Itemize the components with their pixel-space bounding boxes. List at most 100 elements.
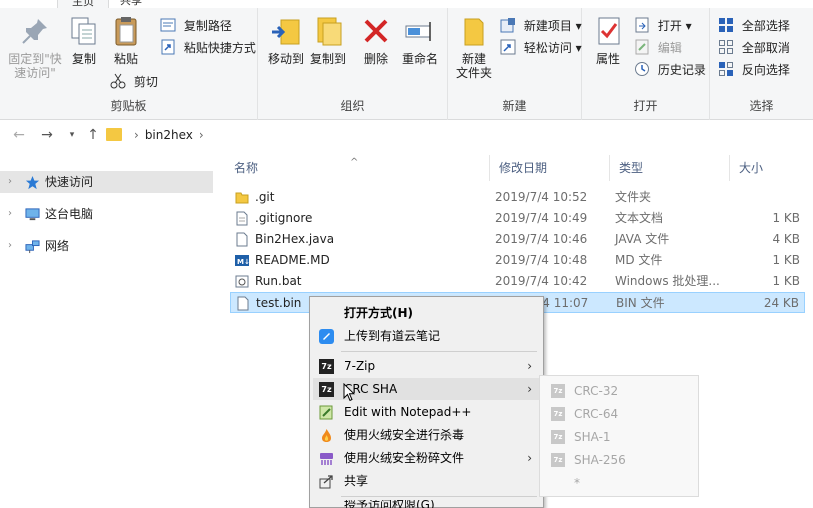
- column-header-size-label: 大小: [739, 161, 764, 175]
- column-header-date[interactable]: 修改日期: [490, 155, 610, 181]
- menu-separator: [341, 496, 537, 497]
- copy-label: 复制: [71, 52, 96, 66]
- menu-item-label: 共享: [344, 474, 369, 488]
- ribbon: 固定到"快 速访问" 复制 粘贴 复制路径 粘贴快捷方式 剪切 剪贴板 移动到 …: [0, 8, 813, 120]
- move-to-label: 移动到: [267, 52, 304, 66]
- scissors-icon: [110, 73, 126, 89]
- edit-icon: [635, 39, 649, 55]
- paste-shortcut-label: 粘贴快捷方式: [183, 41, 256, 55]
- table-row[interactable]: M↓ README.MD 2019/7/4 10:48 MD 文件 1 KB: [230, 250, 805, 271]
- pin-label-line1: 固定到"快: [8, 52, 62, 66]
- file-size: 1 KB: [772, 274, 800, 288]
- paste-button[interactable]: 粘贴: [106, 14, 146, 66]
- new-group: 新建 文件夹 新建项目 ▾ 轻松访问 ▾ 新建: [448, 8, 582, 120]
- cut-button[interactable]: 剪切: [110, 72, 158, 92]
- text-file-icon: [236, 211, 248, 226]
- nav-item-this-pc[interactable]: › 这台电脑: [0, 203, 213, 225]
- rename-button[interactable]: 重命名: [398, 14, 442, 66]
- submenu-item-sha1[interactable]: 7z SHA-1: [543, 426, 697, 448]
- shredder-icon: [320, 453, 333, 465]
- submenu-item-crc32[interactable]: 7z CRC-32: [543, 380, 697, 402]
- menu-item-7zip[interactable]: 7z 7-Zip ›: [313, 355, 540, 377]
- column-header-name[interactable]: ^ 名称: [225, 155, 490, 181]
- table-row[interactable]: Bin2Hex.java 2019/7/4 10:46 JAVA 文件 4 KB: [230, 229, 805, 250]
- back-button[interactable]: ←: [10, 126, 28, 144]
- new-item-button[interactable]: 新建项目 ▾: [500, 16, 582, 36]
- move-to-button[interactable]: 移动到: [266, 14, 306, 66]
- submenu-item-sha256[interactable]: 7z SHA-256: [543, 449, 697, 471]
- open-button[interactable]: 打开 ▾: [634, 16, 692, 36]
- copy-button[interactable]: 复制: [66, 14, 102, 66]
- menu-item-label: 授予访问权限(G): [344, 500, 435, 508]
- menu-item-open-with[interactable]: 打开方式(H): [313, 302, 540, 324]
- open-group-label: 打开: [633, 99, 658, 113]
- move-to-icon: [272, 19, 300, 45]
- column-header-type-label: 类型: [619, 161, 644, 175]
- open-dropdown-icon: ▾: [685, 19, 692, 33]
- column-header-date-label: 修改日期: [499, 161, 548, 175]
- nav-item-label: 这台电脑: [45, 207, 94, 221]
- file-size: 1 KB: [772, 211, 800, 225]
- paste-shortcut-button[interactable]: 粘贴快捷方式: [160, 38, 256, 58]
- submenu-item-crc64[interactable]: 7z CRC-64: [543, 403, 697, 425]
- delete-button[interactable]: 删除: [358, 14, 394, 66]
- nav-item-network[interactable]: › 网络: [0, 235, 213, 257]
- submenu-item-all[interactable]: *: [543, 472, 697, 494]
- select-group-label: 选择: [749, 99, 774, 113]
- history-button[interactable]: 历史记录: [634, 60, 706, 80]
- copy-to-button[interactable]: 复制到: [308, 14, 348, 66]
- table-row[interactable]: Run.bat 2019/7/4 10:42 Windows 批处理... 1 …: [230, 271, 805, 292]
- clipboard-group: 固定到"快 速访问" 复制 粘贴 复制路径 粘贴快捷方式 剪切 剪贴板: [0, 8, 258, 120]
- tab-share[interactable]: 共享: [120, 0, 142, 8]
- clipboard-group-label: 剪贴板: [110, 99, 147, 113]
- select-all-icon: [719, 18, 733, 32]
- edit-button[interactable]: 编辑: [634, 38, 682, 58]
- new-folder-icon: [464, 18, 484, 46]
- up-button[interactable]: ↑: [84, 126, 102, 144]
- pin-quick-access-button[interactable]: 固定到"快 速访问": [6, 14, 64, 80]
- recent-locations-button[interactable]: ▾: [63, 126, 81, 144]
- menu-item-youdao-upload[interactable]: 上传到有道云笔记: [313, 325, 540, 347]
- 7zip-icon: 7z: [551, 430, 565, 444]
- file-name: Bin2Hex.java: [255, 232, 335, 246]
- select-none-button[interactable]: 全部取消: [718, 38, 790, 58]
- expand-chevron-icon: ›: [8, 208, 12, 219]
- submenu-arrow-icon: ›: [527, 451, 532, 465]
- nav-item-quick-access[interactable]: › 快速访问: [0, 171, 213, 193]
- pin-icon: [22, 19, 47, 44]
- table-row[interactable]: .gitignore 2019/7/4 10:49 文本文档 1 KB: [230, 208, 805, 229]
- invert-selection-button[interactable]: 反向选择: [718, 60, 790, 80]
- submenu-arrow-icon: ›: [527, 382, 532, 396]
- menu-item-huorong-scan[interactable]: 使用火绒安全进行杀毒: [313, 424, 540, 446]
- tab-home[interactable]: 主页: [57, 0, 109, 8]
- ribbon-tab-strip: 主页 共享: [0, 0, 813, 8]
- file-name: test.bin: [256, 296, 302, 310]
- breadcrumb-current[interactable]: bin2hex: [145, 128, 193, 142]
- menu-item-grant-access[interactable]: 授予访问权限(G): [313, 500, 540, 508]
- menu-item-huorong-shred[interactable]: 使用火绒安全粉碎文件 ›: [313, 447, 540, 469]
- new-folder-button[interactable]: 新建 文件夹: [454, 14, 494, 80]
- column-header-type[interactable]: 类型: [610, 155, 730, 181]
- new-folder-label-line2: 文件夹: [455, 66, 492, 80]
- table-row[interactable]: .git 2019/7/4 10:52 文件夹: [230, 187, 805, 208]
- navigation-pane: › 快速访问 › 这台电脑 › 网络: [0, 150, 213, 508]
- folder-icon: [106, 128, 122, 141]
- history-icon: [635, 62, 649, 76]
- flame-icon: [322, 429, 331, 442]
- breadcrumb[interactable]: › bin2hex ›: [106, 124, 210, 146]
- sort-ascending-icon: ^: [350, 157, 359, 168]
- file-icon: [236, 232, 248, 247]
- submenu-item-label: SHA-256: [574, 453, 626, 467]
- 7zip-icon: 7z: [551, 453, 565, 467]
- select-all-button[interactable]: 全部选择: [718, 16, 790, 36]
- easy-access-button[interactable]: 轻松访问 ▾: [500, 38, 582, 58]
- organize-group: 移动到 复制到 删除 重命名 组织: [258, 8, 448, 120]
- column-header-size[interactable]: 大小: [730, 155, 813, 181]
- forward-button[interactable]: →: [38, 126, 56, 144]
- copy-path-button[interactable]: 复制路径: [160, 16, 232, 36]
- menu-item-notepadpp[interactable]: Edit with Notepad++: [313, 401, 540, 423]
- menu-item-share[interactable]: 共享: [313, 470, 540, 492]
- expand-chevron-icon: ›: [8, 176, 12, 187]
- properties-button[interactable]: 属性: [590, 14, 626, 66]
- new-item-icon: [500, 18, 515, 33]
